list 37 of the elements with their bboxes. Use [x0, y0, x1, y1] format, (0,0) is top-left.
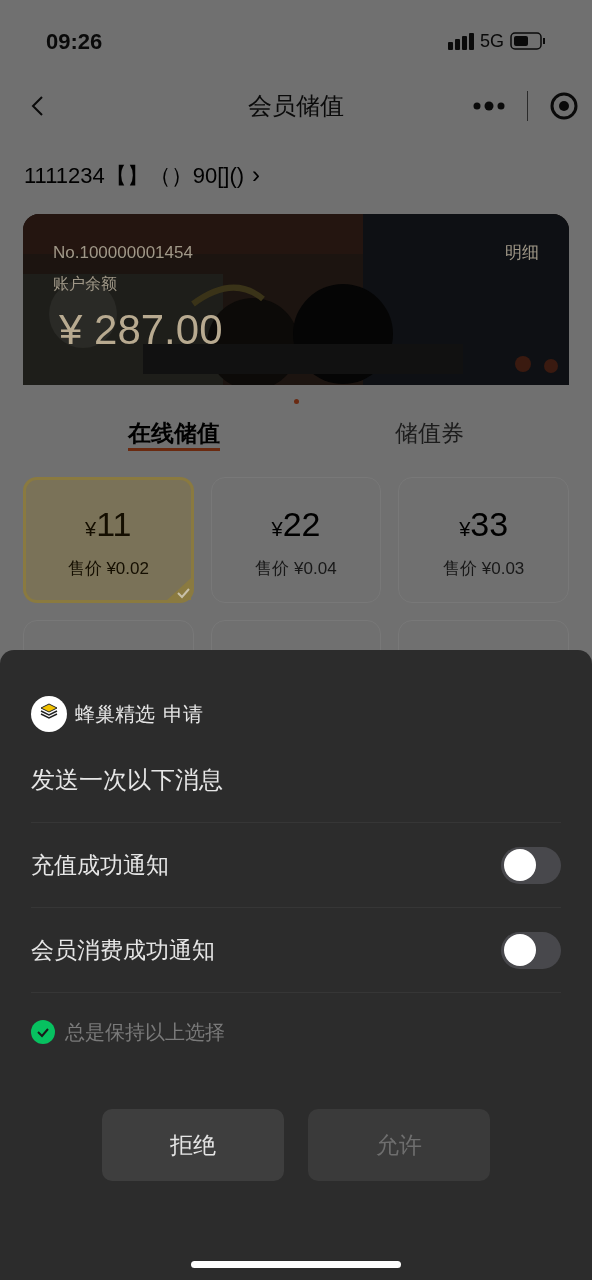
request-label: 申请	[163, 702, 203, 727]
tab[interactable]: 储值券	[395, 418, 465, 451]
more-icon[interactable]	[473, 101, 505, 111]
option-label: 会员消费成功通知	[31, 935, 215, 965]
tab[interactable]: 在线储值	[127, 418, 220, 451]
price-label: 售价 ¥0.04	[255, 557, 337, 580]
balance-label: 账户余额	[53, 273, 117, 294]
detail-link[interactable]: 明细	[505, 240, 539, 266]
network-label: 5G	[480, 29, 504, 53]
balance-amount: ¥ 287.00	[59, 305, 223, 354]
close-target-icon[interactable]	[550, 92, 578, 120]
signal-icon	[448, 32, 474, 50]
sheet-heading: 发送一次以下消息	[31, 762, 561, 823]
card-number: No.100000001454	[53, 242, 193, 264]
check-icon	[166, 578, 191, 600]
option-label: 充值成功通知	[31, 850, 169, 880]
amount-label: ¥33	[459, 503, 509, 545]
toggle-switch[interactable]	[501, 931, 561, 969]
chevron-icon[interactable]: ›	[252, 157, 261, 193]
page-title: 会员储值	[248, 91, 344, 121]
app-name: 蜂巢精选	[75, 702, 155, 727]
price-label: 售价 ¥0.02	[67, 557, 149, 580]
toggle-switch[interactable]	[501, 846, 561, 884]
store-link[interactable]: 1111234【】（）90[]()	[24, 158, 245, 192]
checkbox[interactable]	[31, 1020, 55, 1044]
remember-label: 总是保持以上选择	[65, 1020, 225, 1045]
back-icon[interactable]	[30, 95, 44, 117]
amount-label: ¥22	[271, 503, 321, 545]
amount-label: ¥11	[85, 503, 132, 545]
action-button[interactable]: 拒绝	[102, 1109, 284, 1181]
price-card[interactable]: ¥22 售价 ¥0.04	[210, 477, 382, 603]
battery-icon	[510, 32, 546, 50]
price-card[interactable]: ¥33 售价 ¥0.03	[398, 477, 569, 603]
price-card[interactable]: ¥11 售价 ¥0.02	[23, 477, 194, 603]
app-logo-icon	[31, 696, 67, 732]
status-time: 09:26	[46, 27, 103, 56]
price-label: 售价 ¥0.03	[443, 557, 525, 580]
